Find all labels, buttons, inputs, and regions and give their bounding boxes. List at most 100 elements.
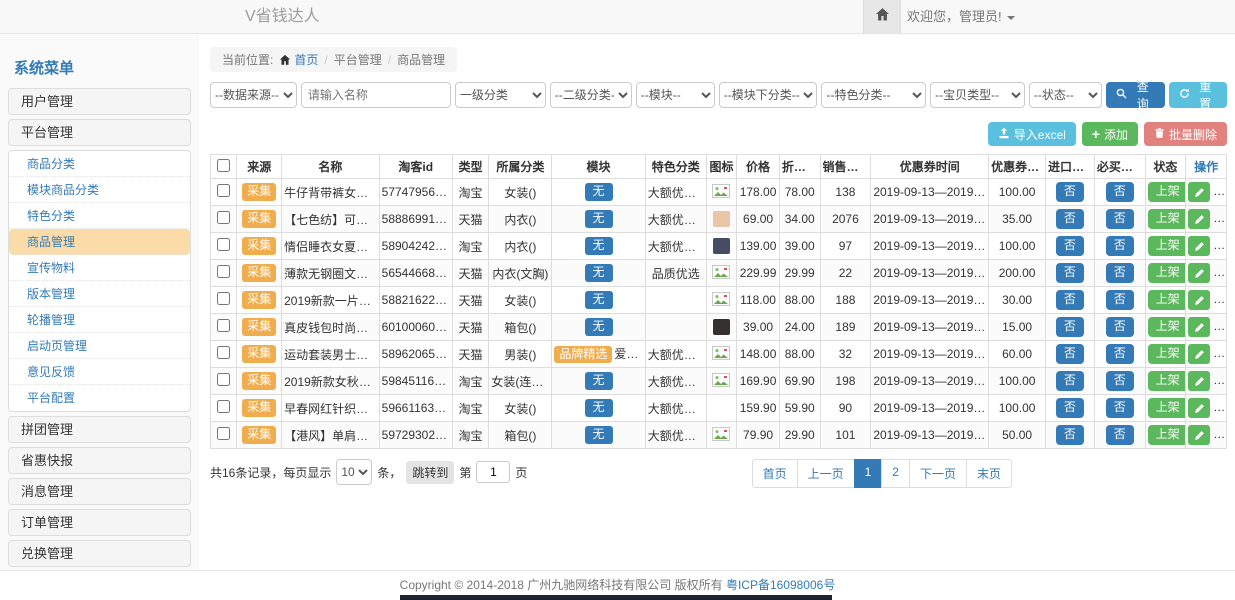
row-checkbox[interactable] — [217, 373, 230, 386]
edit-button[interactable] — [1188, 236, 1210, 256]
page-button[interactable]: 首页 — [752, 459, 798, 488]
broken-image-icon — [712, 187, 730, 201]
edit-button[interactable] — [1188, 209, 1210, 229]
page-button[interactable]: 1 — [854, 459, 883, 488]
status-button[interactable]: 上架 — [1148, 317, 1186, 336]
must-buy-button[interactable]: 否 — [1106, 209, 1134, 228]
sidebar-subitem[interactable]: 轮播管理 — [9, 307, 190, 333]
filter-select-module[interactable]: --模块-- — [636, 82, 715, 108]
jump-button[interactable]: 跳转到 — [406, 461, 454, 484]
sidebar-group[interactable]: 消息管理 — [8, 478, 191, 505]
sidebar-subitem[interactable]: 特色分类 — [9, 203, 190, 229]
status-button[interactable]: 上架 — [1148, 398, 1186, 417]
must-buy-button[interactable]: 否 — [1106, 425, 1134, 444]
filter-select-module-subcategory[interactable]: --模块下分类-- — [719, 82, 818, 108]
user-menu[interactable]: 欢迎您，管理员! — [907, 0, 1015, 34]
sidebar-group[interactable]: 订单管理 — [8, 509, 191, 536]
row-checkbox[interactable] — [217, 427, 230, 440]
must-buy-button[interactable]: 否 — [1106, 263, 1134, 282]
must-buy-button[interactable]: 否 — [1106, 290, 1134, 309]
page-button[interactable]: 上一页 — [797, 459, 855, 488]
product-type: 淘宝 — [452, 422, 489, 449]
sidebar-group[interactable]: 兑换管理 — [8, 540, 191, 567]
sidebar-subitem[interactable]: 商品管理 — [9, 229, 190, 255]
page-button[interactable]: 末页 — [966, 459, 1012, 488]
status-button[interactable]: 上架 — [1148, 209, 1186, 228]
row-checkbox[interactable] — [217, 211, 230, 224]
import-select-button[interactable]: 否 — [1056, 317, 1084, 336]
status-button[interactable]: 上架 — [1148, 182, 1186, 201]
page-button[interactable]: 下一页 — [909, 459, 967, 488]
import-select-button[interactable]: 否 — [1056, 425, 1084, 444]
edit-button[interactable] — [1188, 425, 1210, 445]
sidebar-subitem[interactable]: 意见反馈 — [9, 359, 190, 385]
status-button[interactable]: 上架 — [1148, 236, 1186, 255]
sidebar-group-user-mgmt[interactable]: 用户管理 — [8, 88, 191, 115]
import-select-button[interactable]: 否 — [1056, 371, 1084, 390]
must-buy-button[interactable]: 否 — [1106, 182, 1134, 201]
sidebar-subitem[interactable]: 启动页管理 — [9, 333, 190, 359]
sidebar-subitem[interactable]: 平台配置 — [9, 385, 190, 411]
edit-button[interactable] — [1188, 371, 1210, 391]
status-button[interactable]: 上架 — [1148, 344, 1186, 363]
import-select-button[interactable]: 否 — [1056, 209, 1084, 228]
feature-category: 大额优惠券 — [645, 422, 706, 449]
home-button[interactable] — [863, 0, 901, 34]
row-checkbox[interactable] — [217, 265, 230, 278]
filter-select-item-type[interactable]: --宝贝类型-- — [930, 82, 1025, 108]
sidebar-group-platform-mgmt[interactable]: 平台管理 — [8, 119, 191, 146]
reset-button[interactable]: 重置 — [1169, 82, 1228, 108]
filter-select-level1-category[interactable]: 一级分类 — [455, 82, 546, 108]
sidebar-subitem[interactable]: 宣传物料 — [9, 255, 190, 281]
status-button[interactable]: 上架 — [1148, 425, 1186, 444]
import-select-button[interactable]: 否 — [1056, 182, 1084, 201]
row-checkbox[interactable] — [217, 319, 230, 332]
status-button[interactable]: 上架 — [1148, 263, 1186, 282]
edit-button[interactable] — [1188, 263, 1210, 283]
search-button[interactable]: 查询 — [1106, 82, 1165, 108]
icp-link[interactable]: 粤ICP备16098006号 — [726, 578, 835, 592]
add-button[interactable]: 添加 — [1082, 122, 1138, 146]
sidebar-subitem[interactable]: 版本管理 — [9, 281, 190, 307]
cell-module: 无 — [552, 287, 645, 314]
row-checkbox[interactable] — [217, 346, 230, 359]
row-checkbox[interactable] — [217, 292, 230, 305]
must-buy-button[interactable]: 否 — [1106, 317, 1134, 336]
edit-button[interactable] — [1188, 398, 1210, 418]
product-name: 运动套装男士卫衣初秋... — [282, 341, 380, 368]
sidebar-group[interactable]: 省惠快报 — [8, 447, 191, 474]
import-excel-button[interactable]: 导入excel — [988, 122, 1076, 146]
breadcrumb-home-link[interactable]: 首页 — [294, 51, 318, 68]
name-search-input[interactable] — [301, 82, 451, 108]
filter-select-level2-category[interactable]: --二级分类-- — [550, 82, 632, 108]
import-select-button[interactable]: 否 — [1056, 398, 1084, 417]
select-all-checkbox[interactable] — [217, 159, 230, 172]
sidebar-subitem[interactable]: 模块商品分类 — [9, 177, 190, 203]
row-checkbox[interactable] — [217, 238, 230, 251]
must-buy-button[interactable]: 否 — [1106, 398, 1134, 417]
import-select-button[interactable]: 否 — [1056, 290, 1084, 309]
edit-button[interactable] — [1188, 290, 1210, 310]
must-buy-button[interactable]: 否 — [1106, 371, 1134, 390]
filter-select-feature-category[interactable]: --特色分类-- — [821, 82, 926, 108]
jump-page-input[interactable] — [476, 461, 510, 483]
status-button[interactable]: 上架 — [1148, 290, 1186, 309]
import-select-button[interactable]: 否 — [1056, 344, 1084, 363]
filter-select-data-source[interactable]: --数据来源-- — [210, 82, 297, 108]
edit-button[interactable] — [1188, 344, 1210, 364]
filter-select-status[interactable]: --状态-- — [1029, 82, 1102, 108]
must-buy-button[interactable]: 否 — [1106, 236, 1134, 255]
per-page-select[interactable]: 10 — [336, 459, 372, 485]
row-checkbox[interactable] — [217, 400, 230, 413]
batch-delete-button[interactable]: 批量删除 — [1144, 122, 1227, 146]
edit-button[interactable] — [1188, 182, 1210, 202]
status-button[interactable]: 上架 — [1148, 371, 1186, 390]
sidebar-group[interactable]: 拼团管理 — [8, 416, 191, 443]
must-buy-button[interactable]: 否 — [1106, 344, 1134, 363]
import-select-button[interactable]: 否 — [1056, 263, 1084, 282]
import-select-button[interactable]: 否 — [1056, 236, 1084, 255]
page-button[interactable]: 2 — [881, 459, 910, 488]
sidebar-subitem[interactable]: 商品分类 — [9, 151, 190, 177]
edit-button[interactable] — [1188, 317, 1210, 337]
row-checkbox[interactable] — [217, 184, 230, 197]
